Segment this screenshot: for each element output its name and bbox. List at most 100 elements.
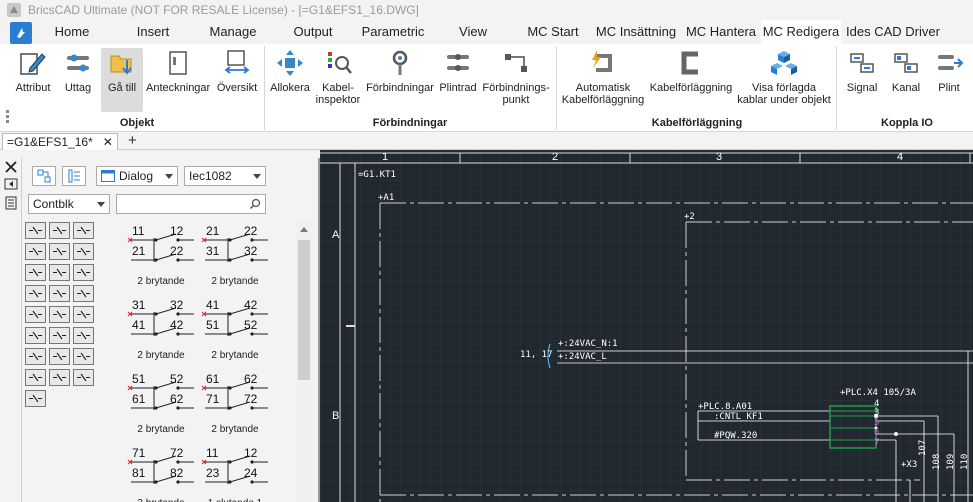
plint-button[interactable]: Plint (930, 48, 968, 94)
library-tree-button[interactable] (32, 166, 56, 186)
symbol-category-cell[interactable] (73, 264, 94, 281)
allokera-button[interactable]: Allokera (268, 48, 312, 94)
symbol-category-cell[interactable] (25, 327, 46, 344)
tab-home[interactable]: Home (40, 20, 104, 44)
drawing-canvas[interactable]: 1 2 3 4 A B =G1.KT1 +A1 +2 11, 17 +:24VA… (320, 150, 973, 502)
tab-output[interactable]: Output (282, 20, 344, 44)
contact-symbol[interactable]: 61 62 71 72 2 brytande (200, 372, 270, 442)
symbol-category-cell[interactable] (73, 327, 94, 344)
tab-view[interactable]: View (448, 20, 498, 44)
contact-symbol[interactable]: 11 12 21 22 2 brytande (126, 224, 196, 294)
scrollbar-thumb[interactable] (298, 240, 310, 380)
view-mode-value: Dialog (119, 169, 154, 183)
symbol-category-cell[interactable] (25, 222, 46, 239)
tab-mc-redigera[interactable]: MC Redigera (761, 20, 841, 44)
symbol-category-cell[interactable] (25, 306, 46, 323)
pin-7-label: 7 (874, 438, 880, 448)
visa-forlagda-kablar-button[interactable]: Visa förlagda kablar under objekt (736, 48, 832, 106)
anteckningar-button[interactable]: Anteckningar (146, 48, 210, 94)
tab-ides-cad-driver[interactable]: Ides CAD Driver (843, 20, 943, 44)
oversikt-label: Översikt (216, 82, 258, 94)
automatisk-kabelforlaggning-button[interactable]: Automatisk Kabelförläggning (560, 48, 646, 106)
uttag-button[interactable]: Uttag (58, 48, 98, 94)
symbol-category-cell[interactable] (73, 285, 94, 302)
terminal-number: 62 (244, 372, 258, 386)
symbol-category-cell[interactable] (49, 348, 70, 365)
connection-point-icon (501, 48, 531, 78)
attribut-button[interactable]: Attribut (10, 48, 56, 94)
contact-symbol[interactable]: 41 42 51 52 2 brytande (200, 298, 270, 368)
kanal-button[interactable]: Kanal (886, 48, 926, 94)
visa-forlagda-label-2: kablar under objekt (737, 94, 831, 106)
symbol-category-cell[interactable] (73, 243, 94, 260)
symbol-category-cell[interactable] (49, 369, 70, 386)
symbol-category-cell[interactable] (25, 243, 46, 260)
symbol-category-cell[interactable] (73, 222, 94, 239)
signal-button[interactable]: Signal (840, 48, 884, 94)
scroll-up-icon[interactable] (300, 227, 308, 232)
symbol-category-cell[interactable] (49, 243, 70, 260)
terminal-number: 21 (132, 244, 146, 258)
symbol-category-cell[interactable] (49, 327, 70, 344)
auto-hide-icon[interactable] (4, 178, 18, 190)
contact-symbol[interactable]: 71 72 81 82 2 brytande (126, 446, 196, 502)
quick-access-grip[interactable] (6, 110, 10, 124)
new-tab-button[interactable]: + (128, 133, 137, 149)
kabelinspektor-button[interactable]: Kabel- inspektor (314, 48, 362, 106)
contact-symbol[interactable]: 51 52 61 62 2 brytande (126, 372, 196, 442)
symbol-category-cell[interactable] (25, 369, 46, 386)
application-menu-button[interactable] (10, 22, 32, 44)
close-panel-icon[interactable] (5, 161, 17, 173)
tab-manage[interactable]: Manage (200, 20, 266, 44)
contact-symbol[interactable]: 11 12 23 24 1 slutande 1 (200, 446, 270, 502)
kabelforlaggning-button[interactable]: Kabelförläggning (648, 48, 734, 94)
properties-icon[interactable] (5, 196, 17, 210)
tab-mc-insattning[interactable]: MC Insättning (591, 20, 681, 44)
symbol-category-cell[interactable] (73, 369, 94, 386)
plintrad-button[interactable]: Plintrad (437, 48, 479, 94)
oversikt-button[interactable]: Översikt (214, 48, 260, 94)
terminal-number: 72 (170, 446, 184, 460)
tab-mc-start[interactable]: MC Start (520, 20, 586, 44)
kabelinspektor-label-2: inspektor (315, 94, 361, 106)
symbol-category-cell[interactable] (73, 348, 94, 365)
symbol-category-cell[interactable] (25, 264, 46, 281)
tab-insert[interactable]: Insert (118, 20, 188, 44)
symbol-category-cell[interactable] (25, 348, 46, 365)
ga-till-button[interactable]: Gå till (101, 48, 143, 112)
group-objekt-label: Objekt (119, 117, 155, 129)
terminal-number: 32 (244, 244, 258, 258)
connection-pin-icon (385, 48, 415, 78)
symbol-list-scrollbar[interactable] (296, 222, 312, 502)
symbol-category-cell[interactable] (73, 306, 94, 323)
forbindningar-button[interactable]: Förbindningar (364, 48, 436, 94)
standard-select[interactable]: Iec1082 (184, 166, 266, 186)
n24vac-n1-label: +:24VAC_N:1 (558, 339, 618, 349)
terminal-number: 12 (244, 446, 258, 460)
symbol-category-cell[interactable] (49, 264, 70, 281)
contact-symbol[interactable]: 31 32 41 42 2 brytande (126, 298, 196, 368)
terminal-number: 12 (170, 224, 184, 238)
tab-mc-hantera[interactable]: MC Hantera (683, 20, 759, 44)
list-view-button[interactable] (62, 166, 86, 186)
forbindningspunkt-button[interactable]: Förbindnings- punkt (481, 48, 551, 106)
symbol-category-cell[interactable] (25, 285, 46, 302)
symbol-caption: 2 brytande (211, 424, 259, 435)
symbol-category-cell[interactable] (49, 306, 70, 323)
close-tab-icon[interactable]: ✕ (103, 134, 113, 150)
terminal-number: 22 (244, 224, 258, 238)
contact-symbol[interactable]: 21 22 31 32 2 brytande (200, 224, 270, 294)
document-tab[interactable]: =G1&EFS1_16* ✕ (2, 133, 118, 150)
category-select[interactable]: Contblk (28, 194, 110, 214)
terminal-109-label: 109 (946, 453, 956, 470)
reference-label: 11, 17 (520, 350, 553, 360)
terminal-number: 31 (206, 244, 220, 258)
symbol-category-cell[interactable] (49, 285, 70, 302)
symbol-search-input[interactable] (116, 194, 266, 214)
symbol-category-cell[interactable] (49, 222, 70, 239)
view-mode-select[interactable]: Dialog (96, 166, 178, 186)
boxes-cubes-icon (769, 48, 799, 78)
symbol-category-cell[interactable] (25, 390, 46, 407)
terminal-number: 11 (206, 446, 219, 460)
tab-parametric[interactable]: Parametric (355, 20, 431, 44)
